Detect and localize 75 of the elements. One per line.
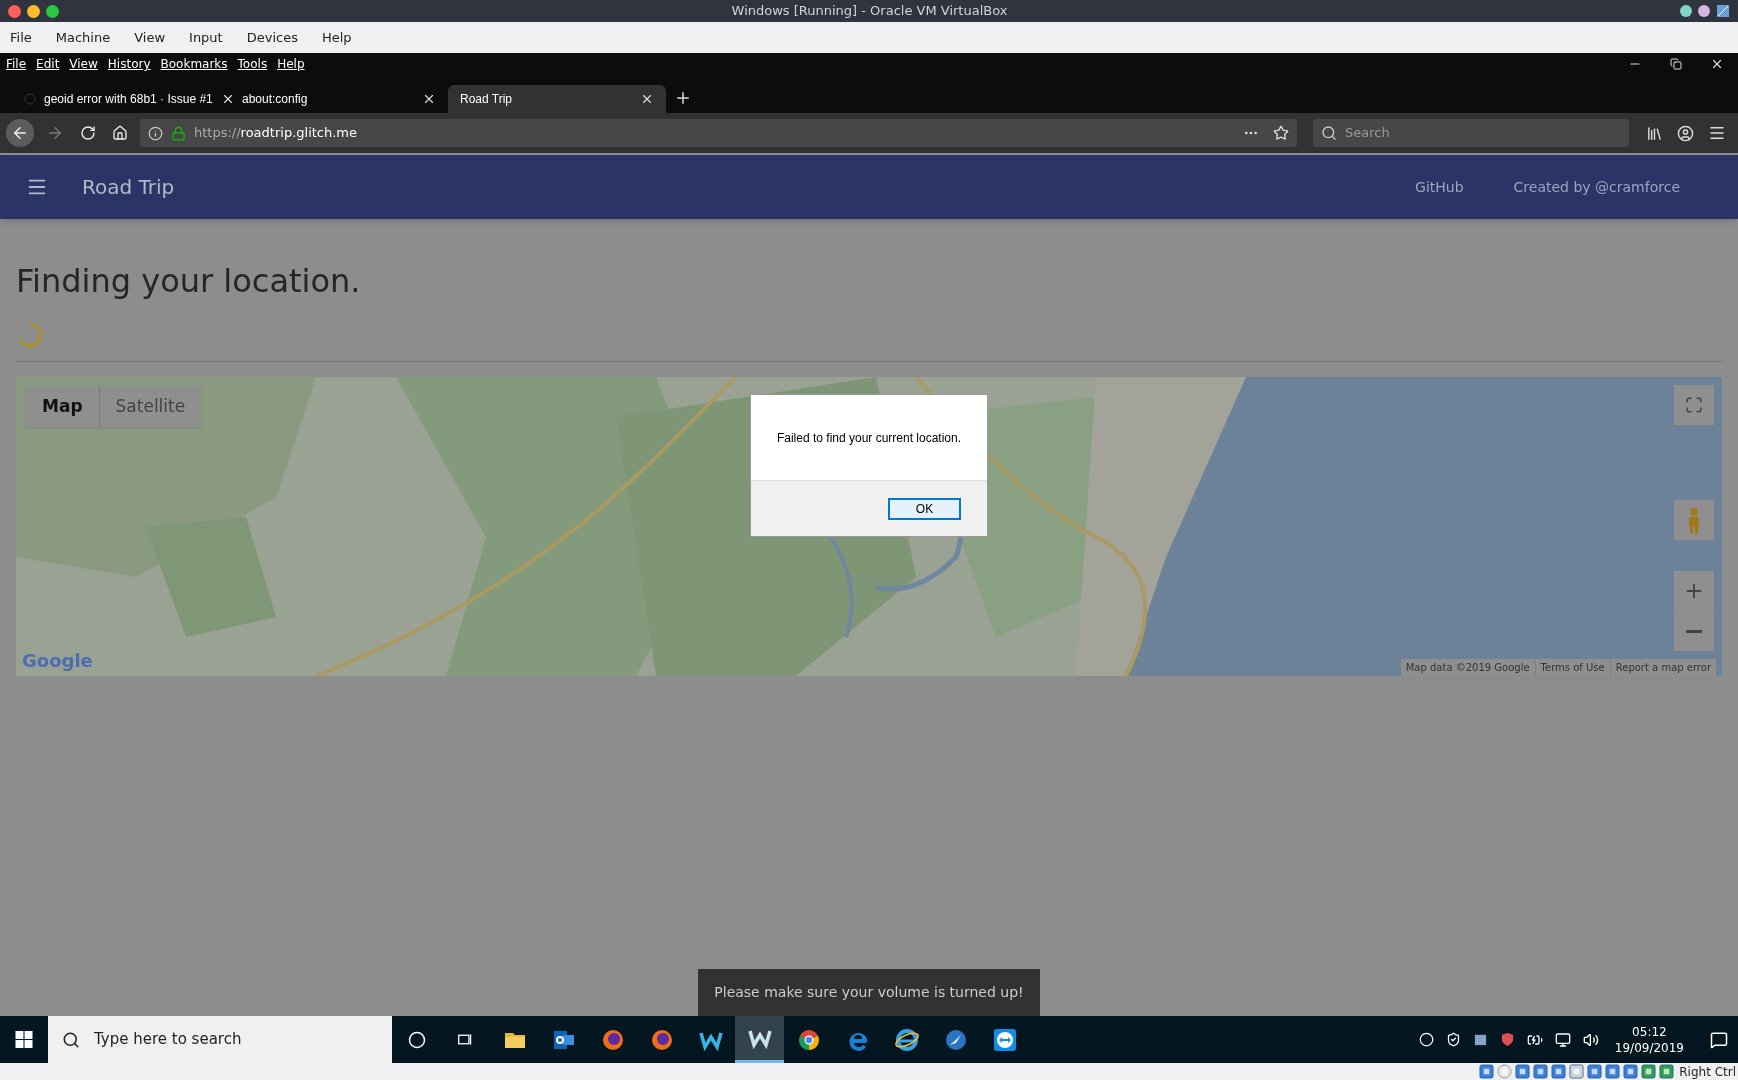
app-title: Road Trip xyxy=(82,174,175,201)
browser-icon[interactable] xyxy=(894,1027,919,1052)
close-tab-icon[interactable] xyxy=(640,92,654,106)
minimize-window-button[interactable] xyxy=(27,4,40,18)
loading-spinner xyxy=(16,321,44,349)
host-key-label: Right Ctrl xyxy=(1679,1063,1736,1080)
reload-button[interactable] xyxy=(80,125,96,141)
browser-icon[interactable] xyxy=(796,1027,821,1052)
tab-title: Road Trip xyxy=(460,91,514,108)
close-tab-icon[interactable] xyxy=(422,92,436,106)
menu-item[interactable]: Machine xyxy=(55,27,111,48)
browser-tab[interactable]: geoid error with 68b1 · Issue #1 xyxy=(12,85,230,113)
menu-item[interactable]: Edit xyxy=(36,55,60,73)
header-link[interactable]: Created by @cramforce xyxy=(1513,176,1680,198)
home-button[interactable] xyxy=(112,125,128,141)
dialog-message: Failed to find your current location. xyxy=(776,429,962,447)
page-heading: Finding your location. xyxy=(16,261,362,302)
map-type-button[interactable]: Map xyxy=(26,387,99,427)
window-title: Windows [Running] - Oracle VM VirtualBox xyxy=(730,2,1009,21)
window-control-button[interactable] xyxy=(1680,5,1692,17)
lock-icon[interactable] xyxy=(171,125,186,141)
menu-item[interactable]: Devices xyxy=(246,27,298,48)
browser-tab[interactable]: Road Trip xyxy=(448,85,666,113)
browser-icon[interactable] xyxy=(600,1027,625,1052)
info-icon[interactable] xyxy=(148,125,163,141)
remote-app-icon[interactable] xyxy=(992,1027,1017,1052)
menu-item[interactable]: Help xyxy=(277,55,305,73)
snackbar-message: Please make sure your volume is turned up! xyxy=(714,983,1024,1002)
menu-item[interactable]: Help xyxy=(321,27,352,48)
map-footer-link[interactable]: Terms of Use xyxy=(1534,659,1610,676)
maximize-window-button[interactable] xyxy=(46,4,59,18)
close-button[interactable] xyxy=(1710,57,1724,71)
menu-item[interactable]: File xyxy=(6,55,27,73)
ok-button[interactable]: OK xyxy=(888,497,961,520)
clock-date: 19/09/2019 xyxy=(1614,1039,1684,1056)
map-footer-link[interactable]: Report a map error xyxy=(1609,659,1716,676)
bookmark-star-icon[interactable] xyxy=(1273,125,1289,141)
tray-icon[interactable] xyxy=(1418,1032,1434,1047)
box-icon[interactable] xyxy=(1472,1032,1488,1047)
app-icon[interactable] xyxy=(943,1027,968,1052)
menu-item[interactable]: Bookmarks xyxy=(160,55,228,73)
library-icon[interactable] xyxy=(1646,124,1663,142)
forward-button[interactable] xyxy=(46,124,64,142)
back-button[interactable] xyxy=(6,119,34,147)
shield-icon[interactable] xyxy=(1445,1032,1461,1047)
search-icon xyxy=(1321,125,1337,141)
search-icon xyxy=(62,1030,80,1049)
clock-time: 05:12 xyxy=(1632,1023,1667,1040)
window-control-button[interactable] xyxy=(1698,5,1710,17)
close-window-button[interactable] xyxy=(8,4,21,18)
notifications-icon[interactable] xyxy=(1710,1030,1728,1049)
menu-item[interactable]: History xyxy=(107,55,151,73)
app-icon xyxy=(1716,4,1730,18)
header-link[interactable]: GitHub xyxy=(1415,176,1464,198)
browser-icon[interactable] xyxy=(649,1027,674,1052)
minus-icon xyxy=(1686,630,1702,633)
account-icon[interactable] xyxy=(1677,124,1694,142)
restore-button[interactable] xyxy=(1670,58,1682,70)
fullscreen-icon xyxy=(1685,396,1703,414)
url-text: https://roadtrip.glitch.me xyxy=(194,124,358,143)
map-logo: Google xyxy=(22,649,93,673)
new-tab-button[interactable] xyxy=(674,89,692,107)
volume-icon[interactable] xyxy=(1582,1031,1599,1048)
menu-item[interactable]: Input xyxy=(189,27,223,48)
tab-title: geoid error with 68b1 · Issue #1 xyxy=(44,91,213,108)
menu-item[interactable]: Tools xyxy=(237,55,268,73)
address-bar[interactable]: https://roadtrip.glitch.me xyxy=(140,119,1297,147)
site-icon xyxy=(24,93,36,105)
menu-item[interactable]: View xyxy=(134,27,166,48)
menu-icon[interactable] xyxy=(1708,124,1726,142)
menu-item[interactable]: File xyxy=(10,27,32,48)
tab-title: about:config xyxy=(242,91,309,108)
taskbar-search-field[interactable]: Type here to search xyxy=(48,1016,392,1063)
menu-item[interactable]: View xyxy=(69,55,98,73)
browser-tab[interactable]: about:config xyxy=(230,85,448,113)
